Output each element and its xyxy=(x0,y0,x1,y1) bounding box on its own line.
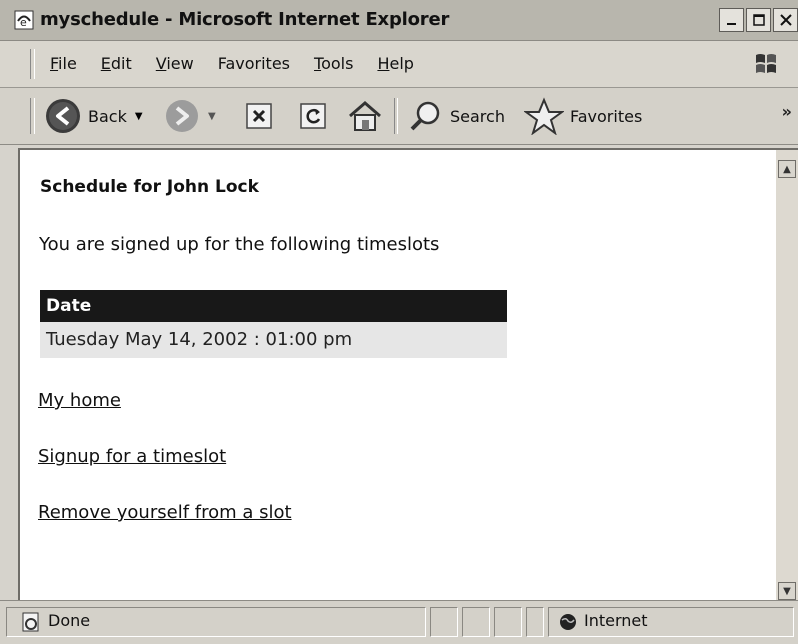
forward-button[interactable]: ▼ xyxy=(164,96,216,136)
page-viewport: Schedule for John Lock You are signed up… xyxy=(18,148,778,600)
maximize-button[interactable] xyxy=(746,8,771,32)
table-row: Tuesday May 14, 2002 : 01:00 pm xyxy=(40,322,507,358)
menu-edit[interactable]: Edit xyxy=(101,54,132,73)
menu-bar: File Edit View Favorites Tools Help xyxy=(0,41,798,88)
refresh-icon xyxy=(300,103,326,129)
scroll-down-button[interactable]: ▼ xyxy=(778,582,796,600)
vertical-scrollbar[interactable]: ▲ ▼ xyxy=(776,148,798,600)
menu-help[interactable]: Help xyxy=(377,54,413,73)
window-controls xyxy=(719,8,798,32)
search-icon xyxy=(410,101,440,131)
status-cell-3 xyxy=(494,607,522,637)
page-done-icon xyxy=(22,612,39,632)
remove-from-slot-link[interactable]: Remove yourself from a slot xyxy=(38,502,292,523)
star-icon xyxy=(524,97,564,135)
refresh-button[interactable] xyxy=(298,96,328,136)
window-title: myschedule - Microsoft Internet Explorer xyxy=(40,9,450,30)
toolbar-separator xyxy=(394,98,398,134)
menu-view[interactable]: View xyxy=(156,54,194,73)
intro-text: You are signed up for the following time… xyxy=(39,234,440,255)
back-dropdown-icon[interactable]: ▼ xyxy=(135,111,143,122)
menu-tools[interactable]: Tools xyxy=(314,54,353,73)
back-label: Back xyxy=(88,106,127,126)
home-icon xyxy=(349,101,381,131)
menu-file[interactable]: File xyxy=(50,54,77,73)
maximize-icon xyxy=(752,14,765,26)
status-cell-1 xyxy=(430,607,458,637)
status-text: Done xyxy=(48,611,91,630)
status-cell-2 xyxy=(462,607,490,637)
timeslots-table: Date Tuesday May 14, 2002 : 01:00 pm xyxy=(40,290,507,358)
forward-arrow-icon xyxy=(166,100,198,132)
scroll-up-button[interactable]: ▲ xyxy=(778,160,796,178)
favorites-button[interactable]: Favorites xyxy=(524,96,642,136)
close-button[interactable] xyxy=(773,8,798,32)
menu-items: File Edit View Favorites Tools Help xyxy=(50,54,438,73)
close-icon xyxy=(779,14,792,26)
minimize-icon xyxy=(726,23,736,25)
title-bar[interactable]: e myschedule - Microsoft Internet Explor… xyxy=(0,0,798,41)
stop-icon xyxy=(246,103,272,129)
signup-timeslot-link[interactable]: Signup for a timeslot xyxy=(38,446,226,467)
windows-logo-icon xyxy=(756,54,776,73)
table-header-date: Date xyxy=(40,290,507,322)
navigation-toolbar: Back ▼ ▼ Search Favorites » xyxy=(0,88,798,145)
forward-dropdown-icon[interactable]: ▼ xyxy=(208,111,216,122)
menu-favorites[interactable]: Favorites xyxy=(218,54,290,73)
search-label: Search xyxy=(450,106,505,126)
toolbar-grip[interactable] xyxy=(30,98,35,134)
back-button[interactable]: Back ▼ xyxy=(44,96,143,136)
status-bar: Done Internet xyxy=(0,600,798,644)
svg-text:e: e xyxy=(20,16,27,29)
favorites-label: Favorites xyxy=(570,106,643,126)
status-cell-4 xyxy=(526,607,544,637)
home-button[interactable] xyxy=(346,96,384,136)
browser-window: e myschedule - Microsoft Internet Explor… xyxy=(0,0,798,644)
menu-grip[interactable] xyxy=(30,49,35,79)
my-home-link[interactable]: My home xyxy=(38,390,121,411)
back-arrow-icon xyxy=(46,99,80,133)
search-button[interactable]: Search xyxy=(408,96,505,136)
stop-button[interactable] xyxy=(244,96,274,136)
toolbar-overflow-button[interactable]: » xyxy=(782,102,792,121)
globe-icon xyxy=(560,614,576,630)
minimize-button[interactable] xyxy=(719,8,744,32)
zone-text: Internet xyxy=(584,611,648,630)
internet-explorer-icon: e xyxy=(14,10,34,30)
page-title: Schedule for John Lock xyxy=(40,177,259,197)
